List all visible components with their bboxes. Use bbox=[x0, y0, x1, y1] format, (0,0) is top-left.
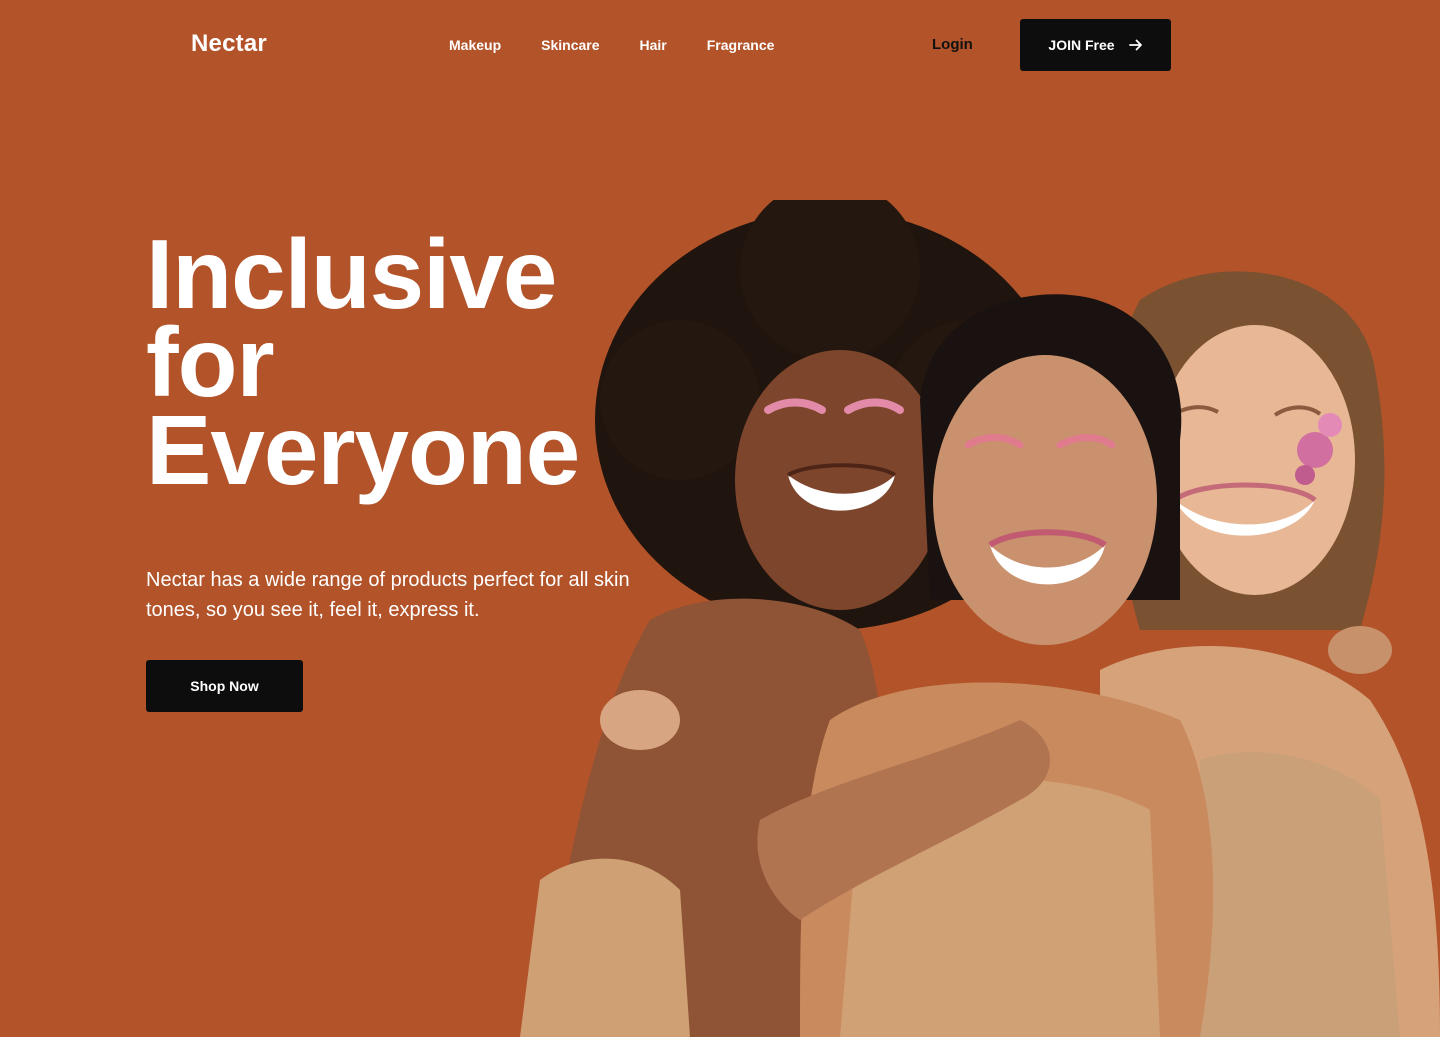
login-link[interactable]: Login bbox=[932, 36, 973, 53]
landing-page: Nectar Makeup Skincare Hair Fragrance Lo… bbox=[0, 0, 1440, 1037]
nav-link-hair[interactable]: Hair bbox=[640, 37, 667, 53]
brand-logo[interactable]: Nectar bbox=[191, 30, 267, 58]
shop-now-button[interactable]: Shop Now bbox=[146, 660, 303, 712]
nav-link-makeup[interactable]: Makeup bbox=[449, 37, 501, 53]
join-free-label: JOIN Free bbox=[1048, 37, 1115, 53]
join-free-button[interactable]: JOIN Free bbox=[1020, 19, 1171, 71]
hero-title-line-1: Inclusive bbox=[146, 219, 557, 329]
hero-subtitle: Nectar has a wide range of products perf… bbox=[146, 569, 630, 621]
hero-title-line-2: for bbox=[146, 307, 275, 417]
nav-link-skincare[interactable]: Skincare bbox=[541, 37, 599, 53]
hero-title-line-3: Everyone bbox=[146, 395, 580, 505]
hero-title: Inclusive for Everyone bbox=[146, 219, 580, 505]
arrow-right-icon bbox=[1128, 39, 1143, 51]
nav-link-fragrance[interactable]: Fragrance bbox=[707, 37, 775, 53]
main-nav: Makeup Skincare Hair Fragrance bbox=[449, 37, 774, 53]
